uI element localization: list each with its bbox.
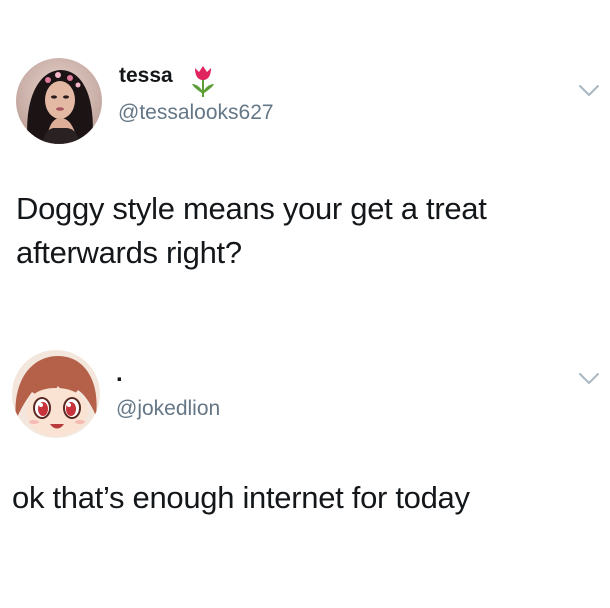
chevron-down-icon[interactable] xyxy=(578,372,600,386)
user-handle[interactable]: @jokedlion xyxy=(116,397,220,421)
tweet: tessa @tessalooks627 Doggy style means y… xyxy=(0,0,610,330)
avatar[interactable] xyxy=(12,350,100,438)
avatar[interactable] xyxy=(16,58,102,144)
tweet-text: ok that’s enough internet for today xyxy=(12,480,470,515)
chevron-down-icon[interactable] xyxy=(578,84,600,98)
tweet: . @jokedlion ok that’s enough internet f… xyxy=(0,338,610,608)
display-name[interactable]: tessa xyxy=(119,64,173,88)
user-handle[interactable]: @tessalooks627 xyxy=(118,101,274,125)
tulip-icon xyxy=(190,64,216,98)
display-name[interactable]: . xyxy=(116,362,123,386)
tweet-text: Doggy style means your get a treat after… xyxy=(16,191,487,270)
